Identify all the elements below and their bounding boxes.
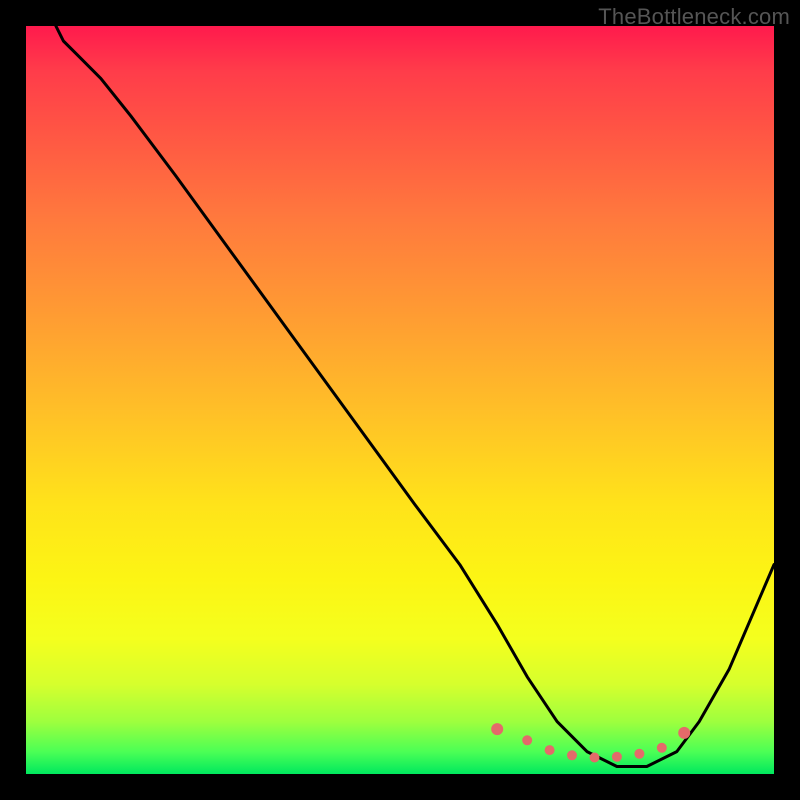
trough-marker (567, 750, 577, 760)
bottleneck-curve (56, 26, 774, 767)
curve-svg (26, 26, 774, 774)
trough-marker (522, 735, 532, 745)
chart-container: TheBottleneck.com (0, 0, 800, 800)
plot-area (26, 26, 774, 774)
trough-markers-group (491, 723, 690, 762)
trough-marker (634, 749, 644, 759)
trough-marker (657, 743, 667, 753)
trough-marker (545, 745, 555, 755)
trough-marker (612, 752, 622, 762)
trough-marker (678, 727, 690, 739)
trough-marker (491, 723, 503, 735)
trough-marker (590, 753, 600, 763)
